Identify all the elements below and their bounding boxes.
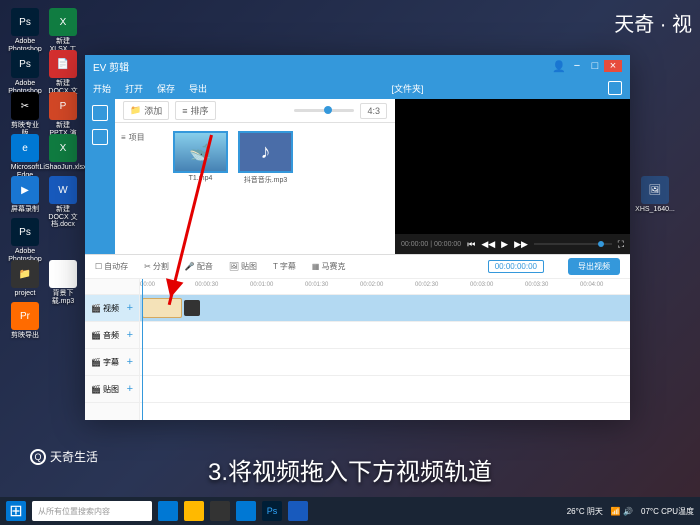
video-editor-window: EV 剪辑 👤 − □ × 开始 打开 保存 导出 [文件夹] 📁 添加 ≡ 排… bbox=[85, 55, 630, 420]
media-sidebar: ≡项目 bbox=[115, 123, 165, 254]
desktop-icon[interactable]: ♪背景下载.mp3 bbox=[48, 260, 78, 305]
desktop-icon[interactable]: Pr剪映导出 bbox=[10, 302, 40, 340]
ratio-button[interactable]: 4:3 bbox=[360, 103, 387, 119]
library-tab-icon[interactable] bbox=[92, 129, 108, 145]
sort-button[interactable]: ≡ 排序 bbox=[175, 101, 215, 120]
track-labels: 🎬视频+🎬音频+🎬字幕+🎬贴图+ bbox=[85, 279, 140, 420]
task-icon[interactable] bbox=[158, 501, 178, 521]
search-input[interactable]: 从所有位置搜索内容 bbox=[32, 501, 152, 521]
media-thumb-audio[interactable]: ♪ 抖音音乐.mp3 bbox=[238, 131, 293, 185]
desktop-icon[interactable]: 📁project bbox=[10, 260, 40, 298]
sticker-tool[interactable]: 🖼 贴图 bbox=[229, 261, 257, 272]
task-icon[interactable] bbox=[236, 501, 256, 521]
track-label[interactable]: 🎬视频+ bbox=[85, 295, 139, 322]
track-label[interactable]: 🎬音频+ bbox=[85, 322, 139, 349]
tutorial-caption: 3.将视频拖入下方视频轨道 bbox=[0, 452, 700, 487]
desktop-icon[interactable]: ✂剪映专业版 bbox=[10, 92, 40, 137]
timeline-ruler[interactable]: 00:0000:00:3000:01:0000:01:3000:02:0000:… bbox=[140, 279, 630, 295]
media-toolbar: 📁 添加 ≡ 排序 4:3 bbox=[115, 99, 395, 123]
desktop-icon[interactable]: PsAdobe Photoshop bbox=[10, 8, 40, 53]
task-icon[interactable] bbox=[210, 501, 230, 521]
split-tool[interactable]: ✂ 分割 bbox=[144, 261, 169, 272]
zoom-slider[interactable] bbox=[294, 109, 354, 112]
video-clip-2[interactable] bbox=[184, 300, 200, 316]
sidebar-item[interactable]: ≡项目 bbox=[121, 129, 159, 146]
start-button[interactable]: ⊞ bbox=[6, 501, 26, 521]
watermark: 天奇 · 视 bbox=[614, 8, 692, 37]
fullscreen-button[interactable]: ⛶ bbox=[618, 239, 624, 250]
desktop-icon[interactable]: ▶屏幕录制 bbox=[10, 176, 40, 214]
menu-start[interactable]: 开始 bbox=[93, 82, 111, 95]
timecode: 00:00:00:00 bbox=[488, 260, 544, 273]
menu-export[interactable]: 导出 bbox=[189, 82, 207, 95]
task-icon[interactable] bbox=[288, 501, 308, 521]
settings-icon[interactable] bbox=[608, 81, 622, 95]
maximize-button[interactable]: □ bbox=[586, 60, 604, 72]
cpu-temp: 07°C CPU温度 bbox=[641, 506, 694, 517]
desktop-icon[interactable]: 🖼XHS_1640... bbox=[640, 176, 670, 214]
close-button[interactable]: × bbox=[604, 60, 622, 72]
app-title: EV 剪辑 bbox=[93, 59, 129, 74]
track-label[interactable]: 🎬字幕+ bbox=[85, 349, 139, 376]
export-button[interactable]: 导出视频 bbox=[568, 258, 620, 275]
preview-video[interactable] bbox=[395, 99, 630, 234]
menubar: 开始 打开 保存 导出 [文件夹] bbox=[85, 77, 630, 99]
track-area[interactable]: 00:0000:00:3000:01:0000:01:3000:02:0000:… bbox=[140, 279, 630, 420]
preview-controls: 00:00:00 | 00:00:00 ⏮ ◀◀ ▶ ▶▶ ⛶ bbox=[395, 234, 630, 254]
play-button[interactable]: ▶ bbox=[501, 239, 508, 250]
brand-watermark: Q天奇生活 bbox=[30, 448, 98, 465]
forward-button[interactable]: ▶▶ bbox=[514, 239, 528, 250]
video-track[interactable] bbox=[140, 295, 630, 322]
sticker-track[interactable] bbox=[140, 376, 630, 403]
rewind-button[interactable]: ◀◀ bbox=[481, 239, 495, 250]
task-icon[interactable] bbox=[184, 501, 204, 521]
media-tab-icon[interactable] bbox=[92, 105, 108, 121]
audio-track[interactable] bbox=[140, 322, 630, 349]
minimize-button[interactable]: − bbox=[568, 60, 586, 72]
system-tray[interactable]: 26°C 阴天 📶 🔊 07°C CPU温度 bbox=[567, 506, 694, 517]
desktop-icon[interactable]: W新建 DOCX 文档.docx bbox=[48, 176, 78, 229]
user-icon[interactable]: 👤 bbox=[550, 60, 568, 73]
playhead[interactable] bbox=[142, 279, 143, 420]
weather[interactable]: 26°C 阴天 bbox=[567, 506, 603, 517]
desktop: 天奇 · 视 PsAdobe PhotoshopPsAdobe Photosho… bbox=[0, 0, 700, 525]
project-name: [文件夹] bbox=[221, 82, 594, 95]
track-label[interactable]: 🎬贴图+ bbox=[85, 376, 139, 403]
menu-open[interactable]: 打开 bbox=[125, 82, 143, 95]
subtitle-track[interactable] bbox=[140, 349, 630, 376]
mosaic-tool[interactable]: ▦ 马赛克 bbox=[312, 261, 346, 272]
preview-time: 00:00:00 | 00:00:00 bbox=[401, 241, 461, 248]
task-icon[interactable]: Ps bbox=[262, 501, 282, 521]
desktop-icon[interactable]: PsAdobe Photoshop bbox=[10, 218, 40, 263]
autosave-tool[interactable]: ☐ 自动存 bbox=[95, 261, 128, 272]
add-media-button[interactable]: 📁 添加 bbox=[123, 101, 169, 120]
subtitle-tool[interactable]: T 字幕 bbox=[273, 261, 296, 272]
taskbar: ⊞ 从所有位置搜索内容 Ps 26°C 阴天 📶 🔊 07°C CPU温度 bbox=[0, 497, 700, 525]
left-panel bbox=[85, 99, 115, 254]
desktop-icon[interactable]: PsAdobe Photoshop bbox=[10, 50, 40, 95]
prev-frame-button[interactable]: ⏮ bbox=[467, 239, 475, 250]
desktop-icon[interactable]: eMicrosoft Edge bbox=[10, 134, 40, 179]
desktop-icon[interactable]: XLiShaoJun.xlsx bbox=[48, 134, 78, 172]
preview-panel: 00:00:00 | 00:00:00 ⏮ ◀◀ ▶ ▶▶ ⛶ bbox=[395, 99, 630, 254]
titlebar: EV 剪辑 👤 − □ × bbox=[85, 55, 630, 77]
menu-save[interactable]: 保存 bbox=[157, 82, 175, 95]
timeline-toolbar: ☐ 自动存 ✂ 分割 🎤 配音 🖼 贴图 T 字幕 ▦ 马赛克 00:00:00… bbox=[85, 255, 630, 279]
voice-tool[interactable]: 🎤 配音 bbox=[185, 261, 213, 272]
preview-progress[interactable] bbox=[534, 243, 612, 245]
